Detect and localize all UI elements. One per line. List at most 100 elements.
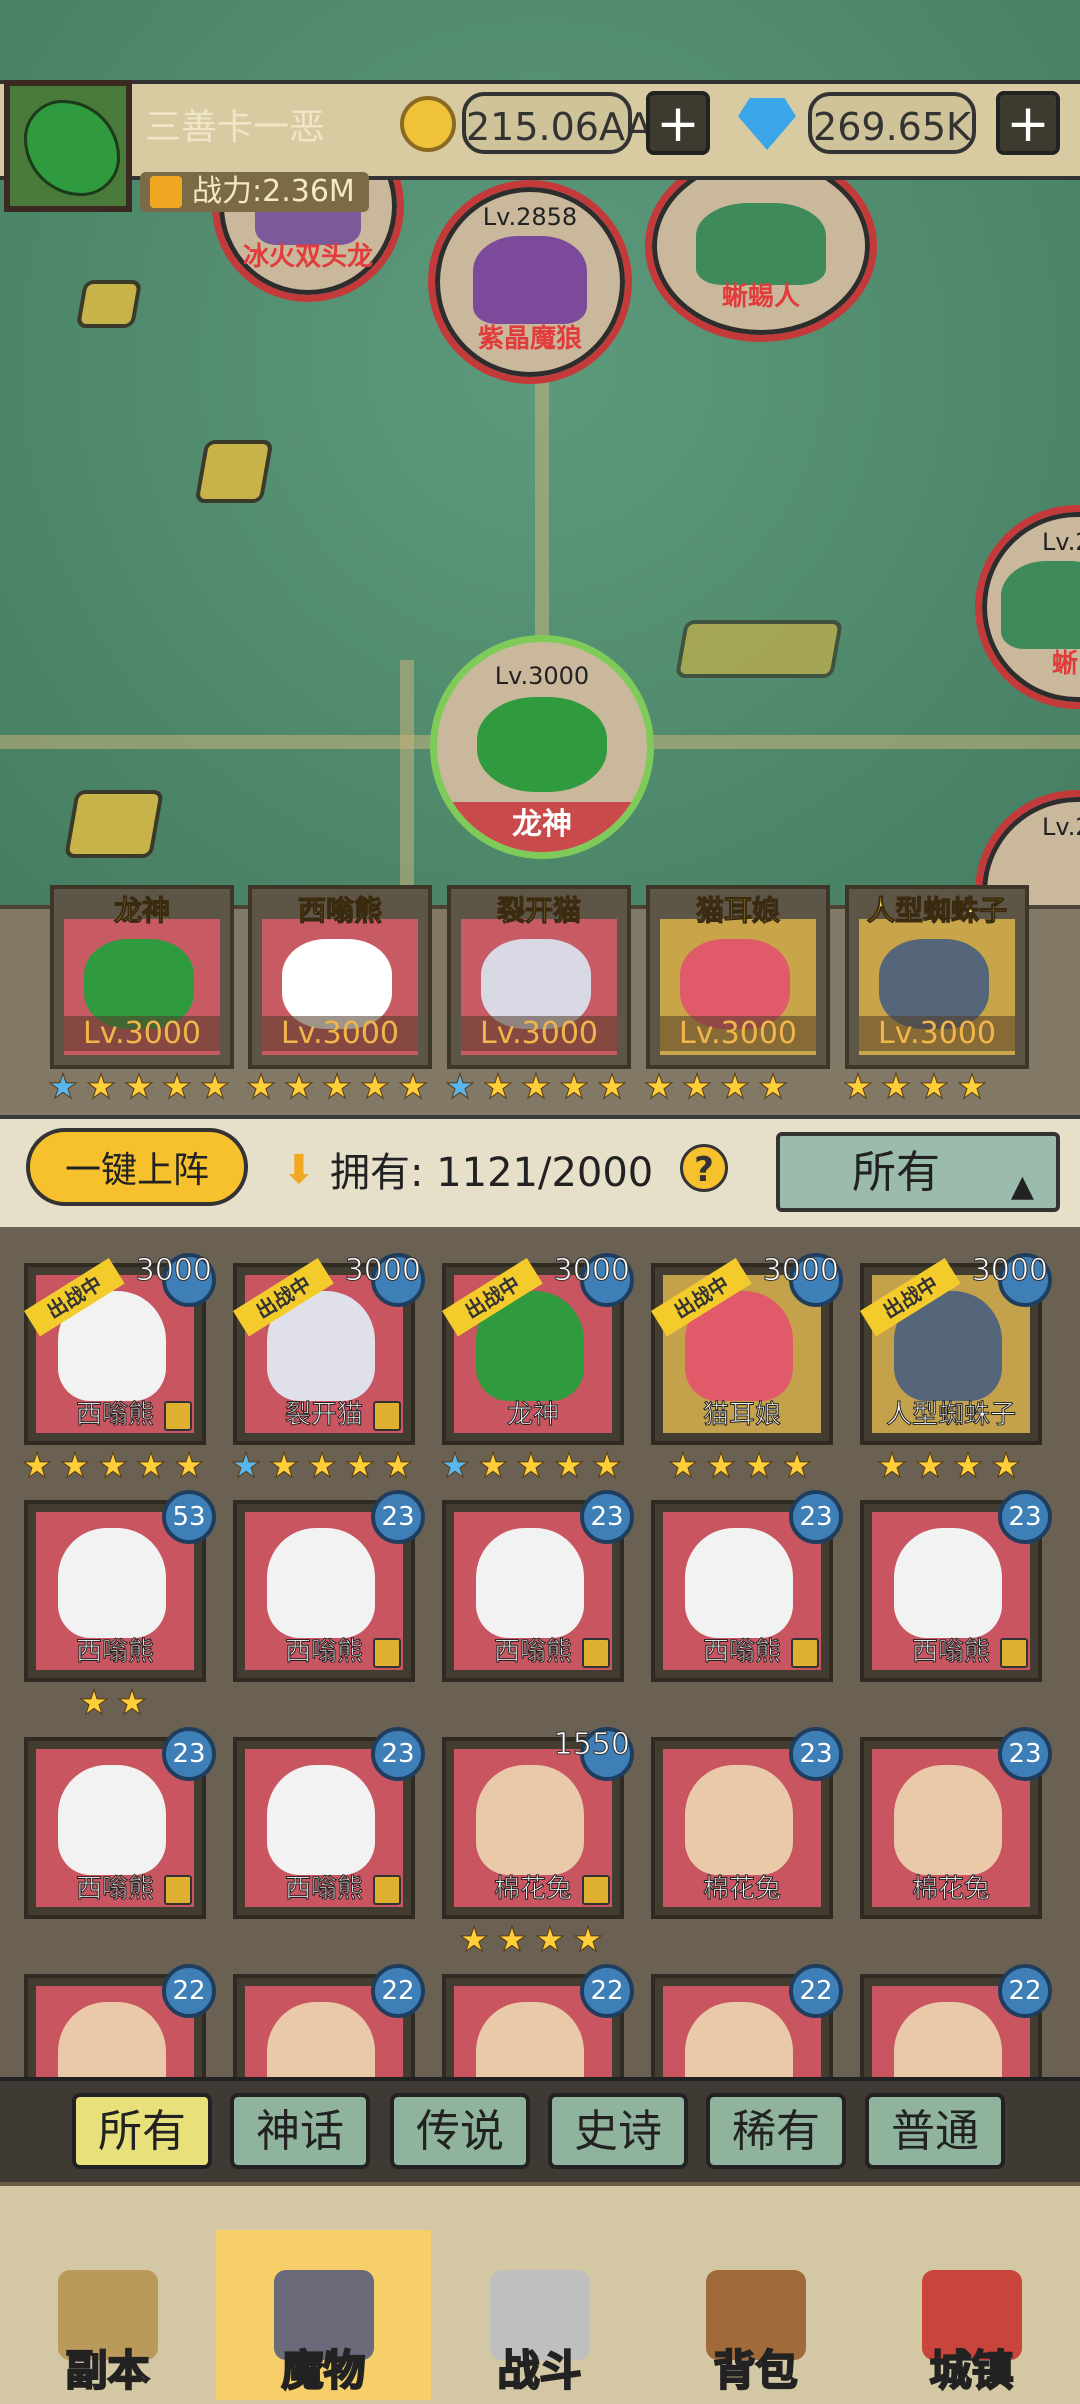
monster-card[interactable]: 22 (651, 1964, 843, 2077)
monster-card[interactable]: 棉花兔 23 (860, 1727, 1052, 1919)
monster-card[interactable]: 棉花兔 23 (651, 1727, 843, 1919)
star-rating: ★ ★ ★ ★ (666, 1449, 814, 1485)
star-icon: ★ (199, 1067, 231, 1107)
star-rating: ★ ★ ★ ★ (875, 1449, 1023, 1485)
coin-icon (400, 96, 456, 152)
gem-amount: 269.65K (808, 92, 976, 154)
level-badge: 23 (580, 1490, 634, 1544)
lock-icon[interactable] (373, 1401, 401, 1431)
ally-node[interactable]: Lv.3000 龙神 (430, 635, 654, 859)
help-icon[interactable]: ? (680, 1144, 728, 1192)
monster-card[interactable]: 22 (442, 1964, 634, 2077)
star-icon: ★ (359, 1067, 391, 1107)
monster-portrait (695, 203, 827, 286)
monster-card[interactable]: 西嗡熊 23 (860, 1490, 1052, 1682)
nav-dungeon[interactable]: 副本 (0, 2230, 215, 2400)
lock-icon[interactable] (1000, 1638, 1028, 1668)
monster-card[interactable]: 龙神 3000 出战中 (442, 1253, 634, 1445)
star-icon: ★ (283, 1067, 315, 1107)
rarity-tab[interactable]: 传说 (390, 2093, 530, 2169)
level-badge-text: 3000 (971, 1253, 1048, 1289)
rarity-tab[interactable]: 所有 (72, 2093, 212, 2169)
monster-card[interactable]: 猫耳娘 3000 出战中 (651, 1253, 843, 1445)
star-icon: ★ (990, 1446, 1022, 1486)
nav-label: 背包 (712, 2345, 798, 2396)
add-gold-button[interactable]: + (646, 91, 710, 155)
monster-name: 棉花兔 (702, 1874, 781, 1905)
lock-icon[interactable] (582, 1638, 610, 1668)
lock-icon[interactable] (373, 1638, 401, 1668)
team-slot[interactable]: 猫耳娘 Lv.3000 (646, 885, 830, 1069)
monster-card[interactable]: 裂开猫 3000 出战中 (233, 1253, 425, 1445)
add-gem-button[interactable]: + (996, 91, 1060, 155)
team-slot[interactable]: 人型蜘蛛子 Lv.3000 (845, 885, 1029, 1069)
monster-card[interactable]: 棉花兔 1550 (442, 1727, 634, 1919)
star-rating: ★ ★ ★ ★ ★ (443, 1070, 629, 1106)
star-icon: ★ (116, 1683, 148, 1723)
star-icon: ★ (344, 1446, 376, 1486)
monster-card[interactable]: 西嗡熊 23 (233, 1727, 425, 1919)
monster-portrait (685, 1528, 793, 1638)
nav-monsters[interactable]: 魔物 (216, 2230, 431, 2400)
level-badge: 22 (789, 1964, 843, 2018)
team-slot[interactable]: 裂开猫 Lv.3000 (447, 885, 631, 1069)
rarity-tab[interactable]: 神话 (230, 2093, 370, 2169)
monster-card[interactable]: 22 (24, 1964, 216, 2077)
auto-deploy-button[interactable]: 一键上阵 (26, 1128, 248, 1206)
enemy-node[interactable]: Lv.2 蜥 (975, 505, 1080, 709)
level-badge-text: 3000 (344, 1253, 421, 1289)
monster-card[interactable]: 西嗡熊 53 (24, 1490, 216, 1682)
monster-card[interactable]: 22 (860, 1964, 1052, 2077)
monster-name: 龙神 (506, 1400, 559, 1431)
enemy-level: Lv.2 (1042, 813, 1080, 841)
dragon-portrait (477, 697, 607, 792)
combat-power-label: 战力:2.36M (192, 174, 355, 209)
lock-icon[interactable] (164, 1875, 192, 1905)
lock-icon[interactable] (791, 1638, 819, 1668)
star-icon: ★ (515, 1446, 547, 1486)
monster-card[interactable]: 西嗡熊 23 (233, 1490, 425, 1682)
monster-card[interactable]: 西嗡熊 23 (651, 1490, 843, 1682)
monster-card[interactable]: 人型蜘蛛子 3000 出战中 (860, 1253, 1052, 1445)
rarity-tab[interactable]: 普通 (865, 2093, 1005, 2169)
sort-arrow-icon[interactable]: ⬇ (282, 1150, 322, 1190)
star-rating: ★ ★ ★ ★ ★ (438, 1449, 624, 1485)
lock-icon[interactable] (164, 1401, 192, 1431)
rarity-tab[interactable]: 稀有 (706, 2093, 846, 2169)
monster-card[interactable]: 22 (233, 1964, 425, 2077)
monster-portrait (58, 1528, 166, 1638)
star-icon: ★ (47, 1067, 79, 1107)
team-slot[interactable]: 西嗡熊 Lv.3000 (248, 885, 432, 1069)
monster-card[interactable]: 西嗡熊 23 (24, 1727, 216, 1919)
monster-grid[interactable]: 西嗡熊 3000 出战中 ★ ★ ★ ★ ★ 裂开猫 3000 出战中 ★ ★ ★ ★ ★ 龙神 3000 出战中 ★… (0, 1227, 1080, 2077)
level-badge-text: 1550 (553, 1727, 630, 1763)
enemy-node[interactable]: Lv.2858 紫晶魔狼 (428, 180, 632, 384)
level-badge: 22 (162, 1964, 216, 2018)
star-icon: ★ (306, 1446, 338, 1486)
rarity-tab[interactable]: 史诗 (548, 2093, 688, 2169)
nav-label: 魔物 (280, 2345, 366, 2396)
star-icon: ★ (482, 1067, 514, 1107)
enemy-level: Lv.2 (1042, 528, 1080, 556)
nav-backpack[interactable]: 背包 (648, 2230, 863, 2400)
nav-battle[interactable]: 战斗 (432, 2230, 647, 2400)
lock-icon[interactable] (373, 1875, 401, 1905)
monster-portrait (476, 1765, 584, 1875)
player-avatar[interactable] (4, 80, 132, 212)
team-slot[interactable]: 龙神 Lv.3000 (50, 885, 234, 1069)
monster-card[interactable]: 西嗡熊 23 (442, 1490, 634, 1682)
star-icon: ★ (719, 1067, 751, 1107)
star-icon: ★ (458, 1920, 490, 1960)
nav-town[interactable]: 城镇 (864, 2230, 1079, 2400)
star-rating: ★ ★ ★ ★ (642, 1070, 790, 1106)
monster-card[interactable]: 西嗡熊 3000 出战中 (24, 1253, 216, 1445)
monster-portrait (894, 1765, 1002, 1875)
monster-portrait (267, 1528, 375, 1638)
nav-label: 城镇 (928, 2345, 1014, 2396)
star-icon: ★ (477, 1446, 509, 1486)
ally-name: 龙神 (437, 802, 647, 852)
lock-icon[interactable] (582, 1875, 610, 1905)
ally-level: Lv.3000 (494, 662, 590, 690)
star-icon: ★ (123, 1067, 155, 1107)
filter-dropdown[interactable]: 所有 ▲ (776, 1132, 1060, 1212)
